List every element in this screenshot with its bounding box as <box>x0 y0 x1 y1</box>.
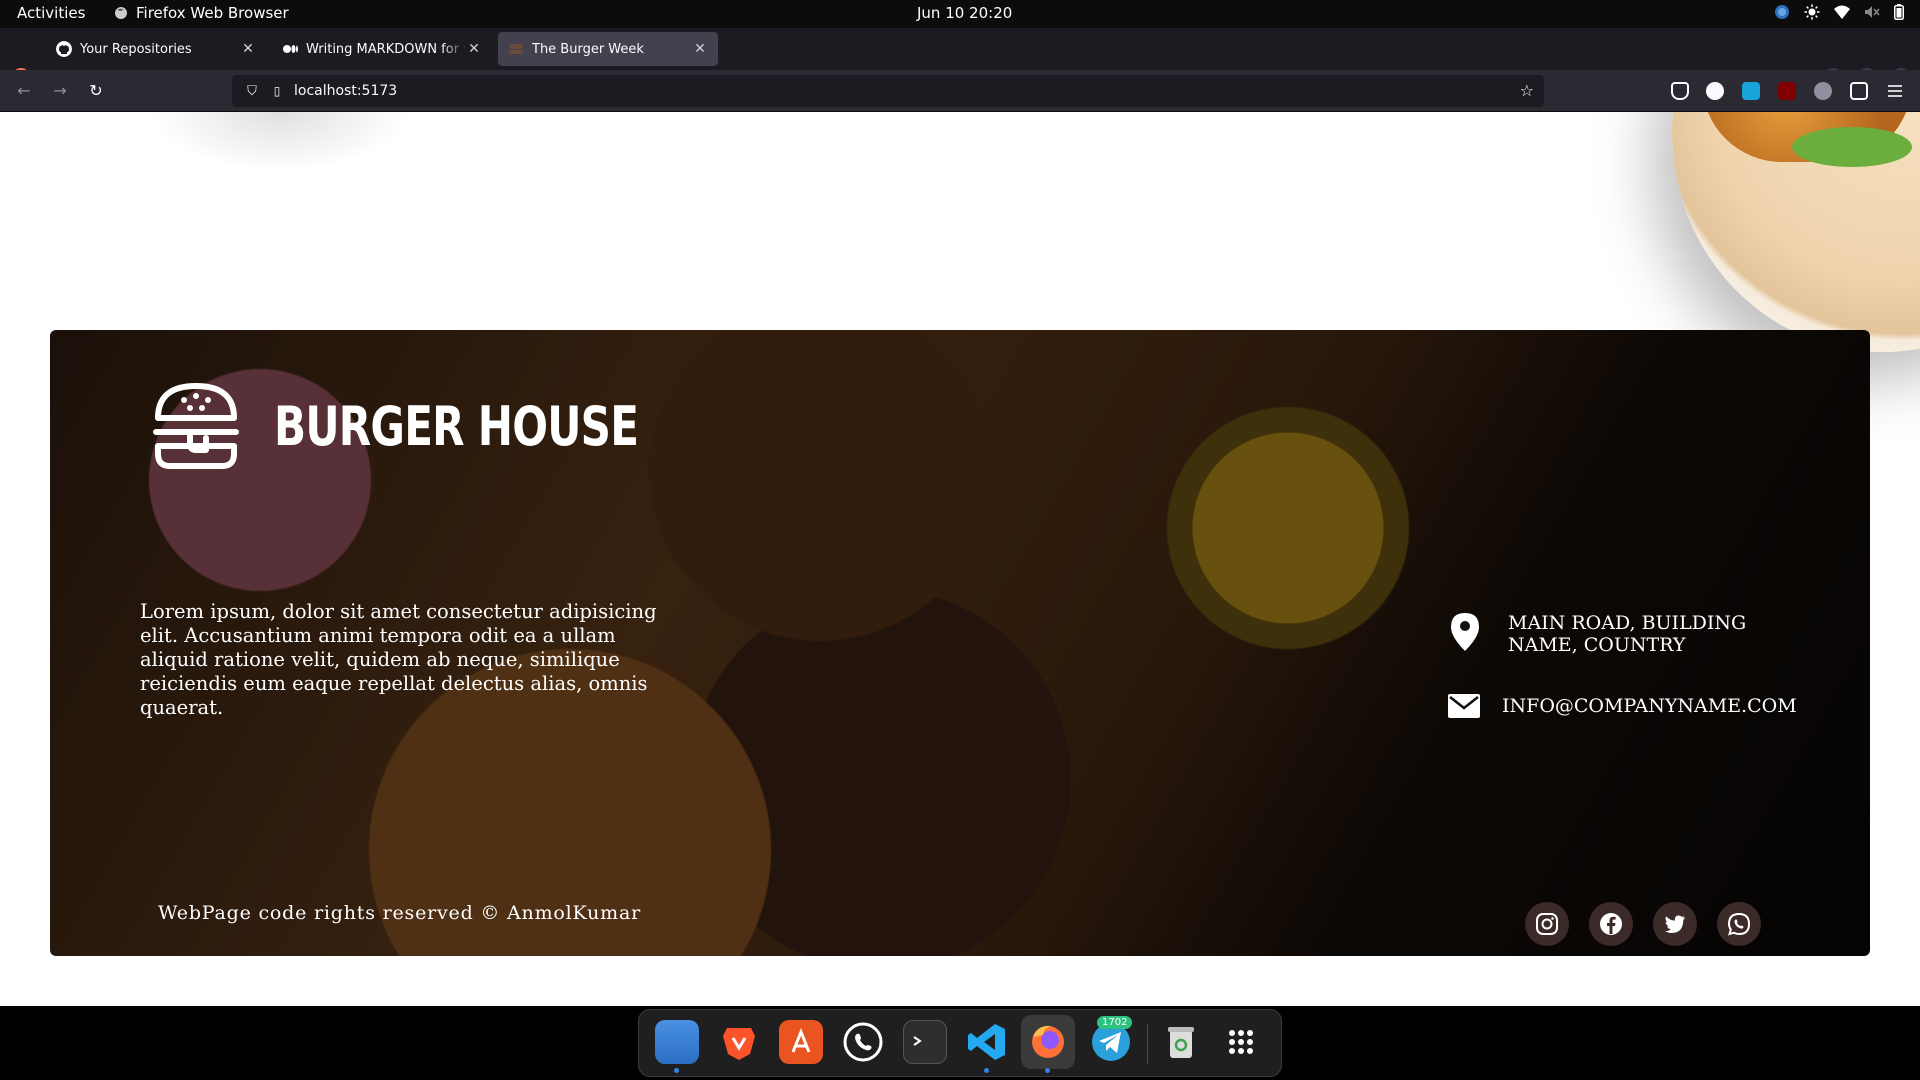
reload-button[interactable]: ↻ <box>86 81 106 101</box>
facebook-link[interactable] <box>1589 902 1633 946</box>
close-tab-icon[interactable]: ✕ <box>692 41 708 57</box>
burger-logo-icon <box>153 383 239 469</box>
copyright-text: WebPage code rights reserved © AnmolKuma… <box>158 902 641 924</box>
clock[interactable]: Jun 10 20:20 <box>917 4 1012 22</box>
activities-button[interactable]: Activities <box>17 4 85 22</box>
extension-translate-icon[interactable] <box>1742 82 1760 100</box>
running-indicator <box>674 1068 679 1073</box>
url-input[interactable] <box>294 83 1494 99</box>
twitter-link[interactable] <box>1653 902 1697 946</box>
bookmark-star-icon[interactable]: ☆ <box>1520 81 1534 100</box>
dock-separator <box>1147 1024 1148 1064</box>
extension-mask-icon[interactable] <box>1814 82 1832 100</box>
app-grid-icon[interactable] <box>1219 1020 1263 1064</box>
brand-name: BURGER HOUSE <box>274 394 639 458</box>
extension-k-icon[interactable] <box>1706 82 1724 100</box>
navigation-toolbar: ← → ↻ ⛉ ▯ ☆ <box>0 70 1920 112</box>
instagram-icon <box>1536 913 1558 935</box>
tab-strip: Your Repositories ✕ Writing MARKDOWN for… <box>0 28 1920 89</box>
close-tab-icon[interactable]: ✕ <box>240 41 256 57</box>
page-info-icon[interactable]: ▯ <box>270 84 284 98</box>
system-top-bar: Activities Firefox Web Browser Jun 10 20… <box>0 0 1920 28</box>
contact-address: MAIN ROAD, BUILDING NAME, COUNTRY <box>1450 612 1748 656</box>
pocket-icon[interactable] <box>1671 82 1689 100</box>
system-tray[interactable] <box>1774 4 1904 20</box>
app-indicator-icon[interactable] <box>1774 4 1790 20</box>
location-pin-icon <box>1451 613 1479 651</box>
whatsapp-link[interactable] <box>1717 902 1761 946</box>
tab-title: Your Repositories <box>80 41 192 57</box>
brand[interactable]: BURGER HOUSE <box>150 380 741 472</box>
decorative-shadow <box>150 112 410 172</box>
social-links <box>1525 902 1761 946</box>
whatsapp-icon <box>1727 912 1751 936</box>
burger-lettuce <box>1792 127 1912 167</box>
firefox-icon[interactable] <box>1021 1015 1075 1069</box>
app-store-icon[interactable] <box>779 1020 823 1064</box>
firefox-small-icon <box>115 7 127 19</box>
battery-icon[interactable] <box>1894 4 1904 20</box>
whatsapp-icon[interactable] <box>841 1020 885 1064</box>
brightness-icon[interactable] <box>1804 4 1820 20</box>
volume-muted-icon[interactable] <box>1864 4 1880 20</box>
forward-button[interactable]: → <box>50 81 70 101</box>
instagram-link[interactable] <box>1525 902 1569 946</box>
trash-icon[interactable] <box>1159 1020 1203 1064</box>
app-name: Firefox Web Browser <box>136 4 289 22</box>
terminal-icon[interactable] <box>903 1020 947 1064</box>
close-tab-icon[interactable]: ✕ <box>466 41 482 57</box>
files-icon[interactable] <box>655 1020 699 1064</box>
contact-email[interactable]: INFO@COMPANYNAME.COM <box>1448 694 1797 718</box>
tracking-protection-icon[interactable]: ⛉ <box>244 84 260 99</box>
twitter-icon <box>1665 915 1685 933</box>
ublock-origin-icon[interactable] <box>1778 82 1796 100</box>
about-text: Lorem ipsum, dolor sit amet consectetur … <box>140 600 657 719</box>
vscode-icon[interactable] <box>965 1020 1009 1064</box>
wifi-icon[interactable] <box>1834 4 1850 20</box>
medium-icon <box>283 45 298 53</box>
tab-your-repositories[interactable]: Your Repositories ✕ <box>46 32 266 66</box>
url-bar[interactable]: ⛉ ▯ ☆ <box>232 75 1544 107</box>
web-page: BURGER HOUSE Lorem ipsum, dolor sit amet… <box>0 112 1920 1006</box>
telegram-badge: 1702 <box>1097 1016 1133 1029</box>
hamburger-menu-icon[interactable] <box>1886 82 1904 100</box>
burger-plate-image <box>1672 112 1920 352</box>
tab-writing-markdown[interactable]: Writing MARKDOWN for your ✕ <box>272 32 492 66</box>
brave-icon[interactable] <box>717 1020 761 1064</box>
extensions-puzzle-icon[interactable] <box>1850 82 1868 100</box>
running-indicator <box>1045 1068 1050 1073</box>
back-button[interactable]: ← <box>14 81 34 101</box>
address-text: MAIN ROAD, BUILDING NAME, COUNTRY <box>1508 612 1747 656</box>
email-text: INFO@COMPANYNAME.COM <box>1502 695 1797 717</box>
facebook-icon <box>1600 913 1622 935</box>
running-indicator <box>984 1068 989 1073</box>
burger-favicon <box>509 44 523 54</box>
github-icon <box>56 41 72 57</box>
tab-title: The Burger Week <box>532 41 644 57</box>
app-menu[interactable]: Firefox Web Browser <box>114 4 289 22</box>
site-footer: BURGER HOUSE Lorem ipsum, dolor sit amet… <box>50 330 1870 956</box>
tab-the-burger-week[interactable]: The Burger Week ✕ <box>498 32 718 66</box>
dock: 1702 <box>638 1009 1282 1077</box>
mail-icon <box>1448 694 1480 718</box>
tab-title: Writing MARKDOWN for your <box>306 41 466 57</box>
